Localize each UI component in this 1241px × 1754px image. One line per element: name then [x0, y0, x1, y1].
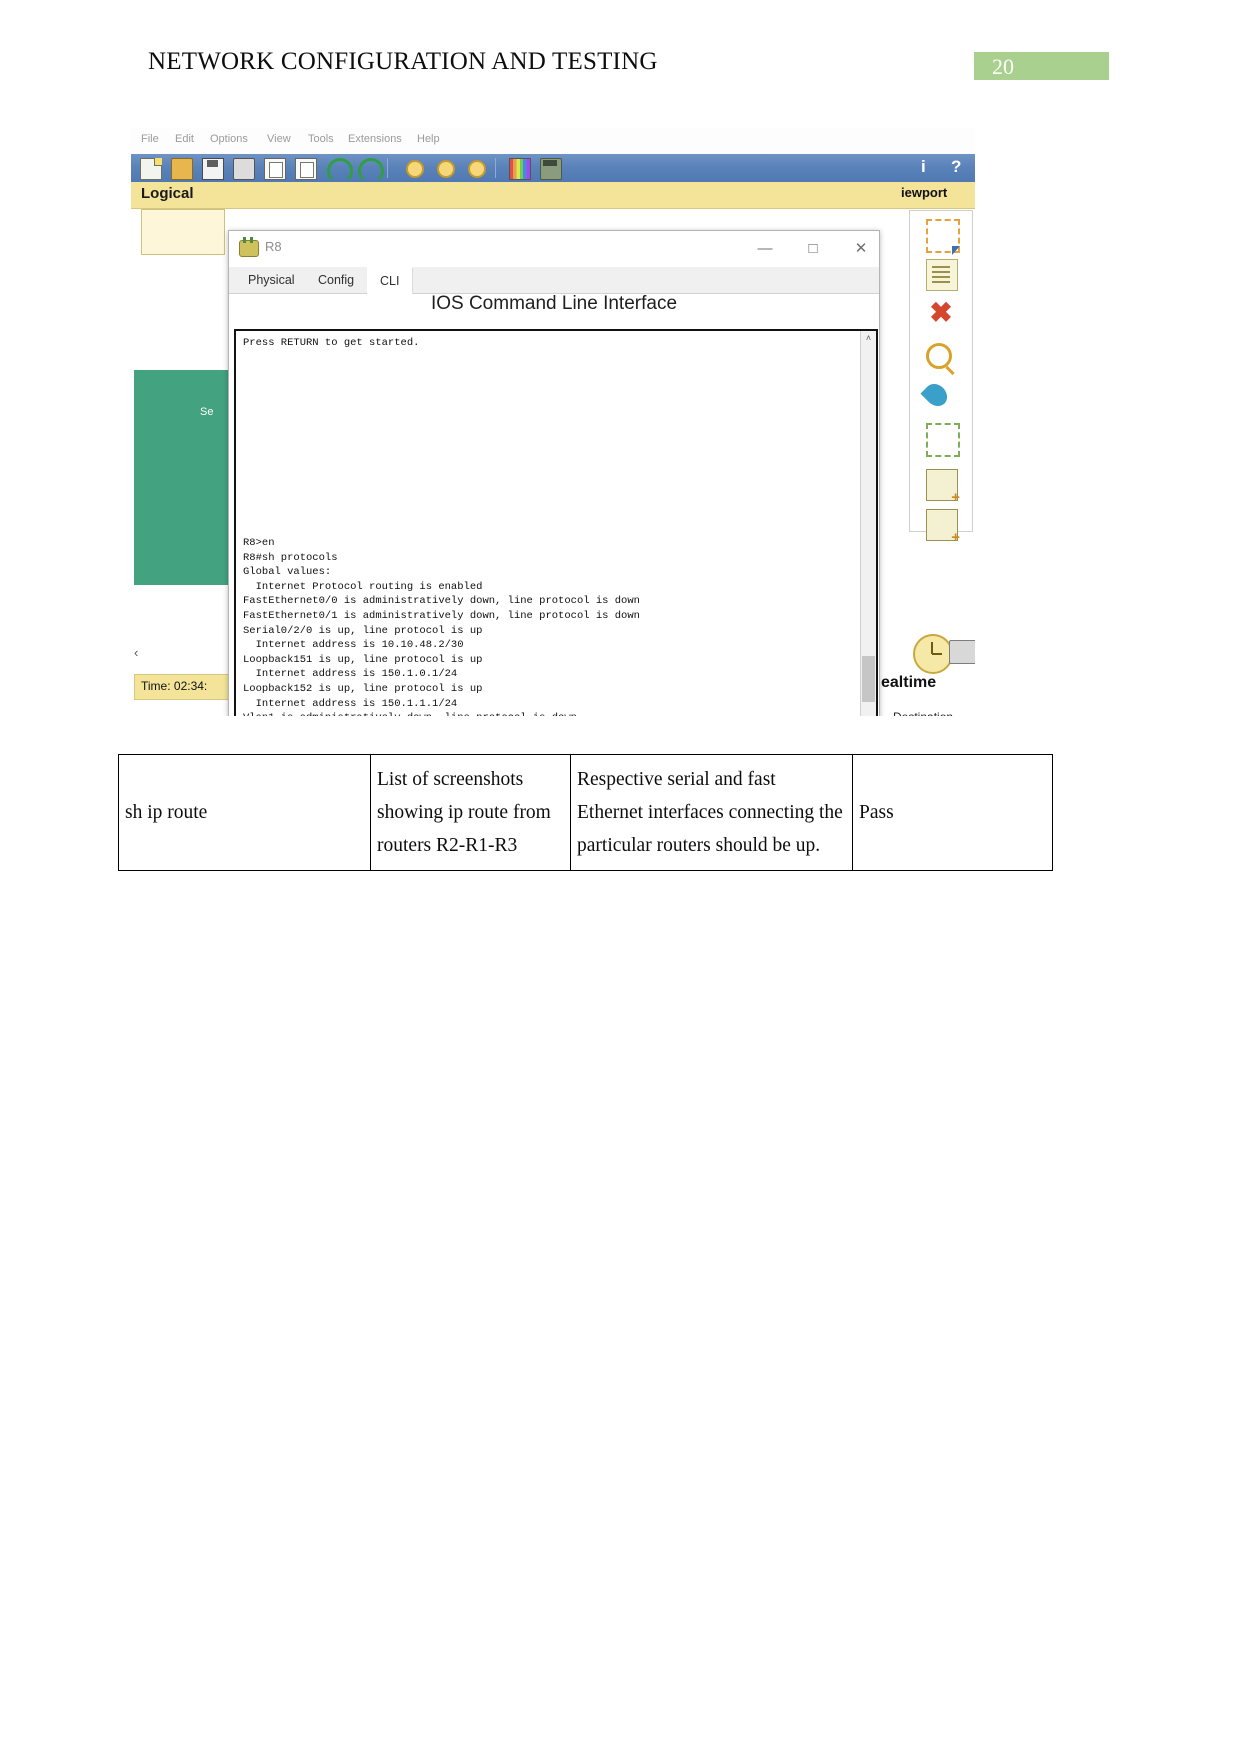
- menu-view[interactable]: View: [267, 133, 291, 145]
- pt-menu-bar: File Edit Options View Tools Extensions …: [131, 128, 975, 154]
- pt-workspace: Logical iewport Se ‹ Time: 02:34: ealtim…: [131, 182, 975, 716]
- network-icon[interactable]: [540, 158, 562, 180]
- scroll-left-arrow[interactable]: ‹: [134, 645, 138, 660]
- add-complex-pdu-icon[interactable]: [926, 509, 960, 546]
- menu-options[interactable]: Options: [210, 133, 248, 145]
- document-page: NETWORK CONFIGURATION AND TESTING 20 Fil…: [0, 0, 1241, 1754]
- table-row: sh ip route List of screenshots showing …: [118, 754, 1053, 871]
- page-number-badge: 20: [974, 52, 1109, 80]
- cli-terminal[interactable]: Press RETURN to get started. R8>en R8#sh…: [234, 329, 878, 716]
- destination-column-label: Destination: [893, 710, 953, 716]
- undo-icon[interactable]: [327, 158, 353, 184]
- terminal-output: R8>en R8#sh protocols Global values: Int…: [243, 537, 640, 716]
- toolbar-divider-2: [495, 158, 496, 178]
- cell-expected-input: List of screenshots showing ip route fro…: [370, 754, 571, 871]
- test-case-table: sh ip route List of screenshots showing …: [118, 754, 1053, 871]
- simulation-time-text: Time: 02:34:: [141, 679, 208, 693]
- save-icon[interactable]: [202, 158, 224, 180]
- scroll-up-arrow[interactable]: ˄: [861, 331, 876, 346]
- paste-icon[interactable]: [295, 158, 317, 180]
- help-icon[interactable]: ?: [951, 157, 961, 177]
- tab-physical[interactable]: Physical: [235, 267, 309, 293]
- dialog-title-bar[interactable]: R8 — □ ✕: [229, 231, 879, 267]
- cell-expected-result: Respective serial and fast Ethernet inte…: [570, 754, 853, 871]
- toolbar-divider-1: [387, 158, 388, 178]
- delete-tool-icon[interactable]: ✖: [926, 299, 956, 329]
- realtime-clock-icon: [913, 634, 953, 674]
- print-icon[interactable]: [233, 158, 255, 180]
- dialog-tab-strip: Physical Config CLI: [229, 267, 879, 294]
- cell-command: sh ip route: [118, 754, 371, 871]
- pt-toolbar: i ?: [131, 154, 975, 184]
- info-icon[interactable]: i: [921, 157, 926, 177]
- terminal-banner: Press RETURN to get started.: [243, 337, 420, 349]
- terminal-scrollbar[interactable]: ˄ ˅: [860, 331, 876, 716]
- new-cluster-button[interactable]: [141, 209, 225, 255]
- open-folder-icon[interactable]: [171, 158, 193, 180]
- realtime-mode-label[interactable]: ealtime: [881, 674, 936, 692]
- close-button[interactable]: ✕: [840, 235, 882, 263]
- menu-extensions[interactable]: Extensions: [348, 133, 402, 145]
- drawing-tool-icon[interactable]: [920, 379, 952, 411]
- zoom-in-icon[interactable]: [406, 160, 424, 178]
- tab-cli[interactable]: CLI: [367, 267, 414, 294]
- tool-palette: ✖: [909, 210, 973, 546]
- green-region-label: Se: [200, 406, 214, 418]
- add-simple-pdu-icon[interactable]: [926, 469, 960, 506]
- page-title: NETWORK CONFIGURATION AND TESTING: [148, 48, 658, 75]
- viewport-label: iewport: [901, 185, 948, 200]
- router-icon: [239, 237, 259, 257]
- cell-status: Pass: [852, 754, 1053, 871]
- copy-icon[interactable]: [264, 158, 286, 180]
- logical-mode-label[interactable]: Logical: [141, 185, 194, 202]
- pt-logical-bar: Logical iewport: [131, 182, 975, 209]
- device-dialog-r8: R8 — □ ✕ Physical Config CLI IOS Command…: [228, 230, 880, 716]
- zoom-out-icon[interactable]: [468, 160, 486, 178]
- select-tool-icon[interactable]: [926, 219, 960, 255]
- cli-heading: IOS Command Line Interface: [430, 293, 678, 314]
- note-tool-icon[interactable]: [926, 259, 958, 291]
- zoom-reset-icon[interactable]: [437, 160, 455, 178]
- menu-file[interactable]: File: [141, 133, 159, 145]
- workspace-green-region: Se: [134, 370, 230, 585]
- resize-shape-icon[interactable]: [926, 423, 960, 457]
- maximize-button[interactable]: □: [792, 235, 834, 263]
- menu-edit[interactable]: Edit: [175, 133, 194, 145]
- page-number-text: 20: [992, 54, 1014, 79]
- minimize-button[interactable]: —: [744, 235, 786, 263]
- menu-tools[interactable]: Tools: [308, 133, 334, 145]
- palette-icon[interactable]: [509, 158, 531, 180]
- scrollbar-thumb[interactable]: [862, 656, 875, 702]
- redo-icon[interactable]: [358, 158, 384, 184]
- power-cycle-icon[interactable]: [949, 640, 975, 664]
- dialog-title-text: R8: [265, 239, 282, 254]
- tab-config[interactable]: Config: [305, 267, 369, 293]
- inspect-tool-icon[interactable]: [926, 343, 952, 369]
- packet-tracer-screenshot: File Edit Options View Tools Extensions …: [131, 128, 975, 716]
- new-file-icon[interactable]: [140, 158, 162, 180]
- menu-help[interactable]: Help: [417, 133, 440, 145]
